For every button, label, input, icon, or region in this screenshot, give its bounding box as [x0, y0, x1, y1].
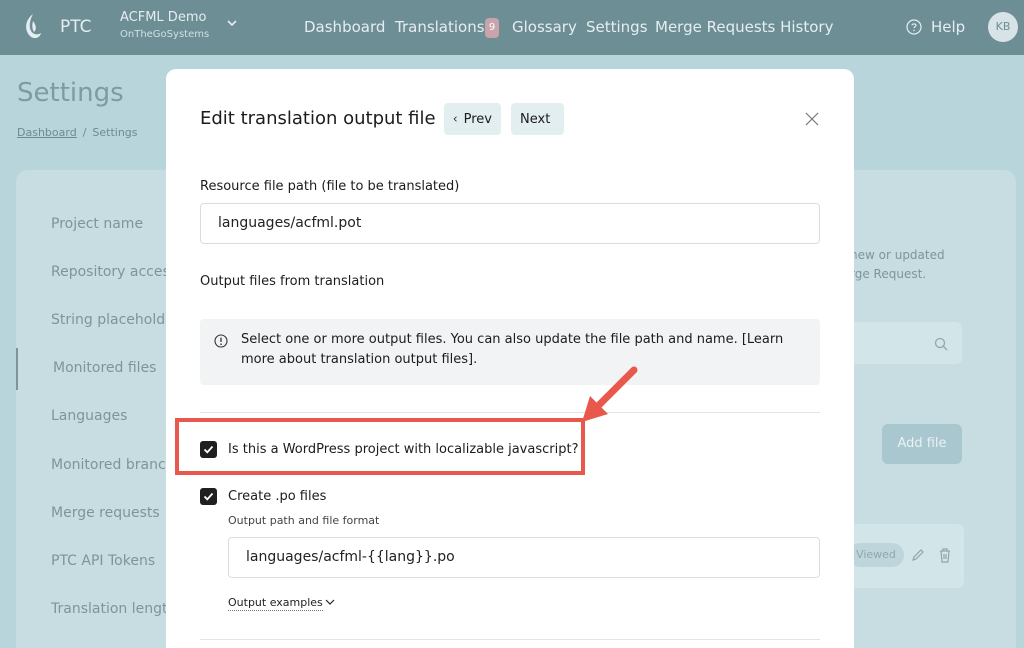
project-name[interactable]: ACFML Demo — [120, 10, 206, 25]
create-po-checkbox[interactable] — [200, 488, 217, 505]
search-icon[interactable] — [934, 337, 948, 351]
nav-settings[interactable]: Settings — [586, 18, 648, 36]
chevron-down-icon[interactable] — [226, 17, 238, 29]
chevron-left-icon — [453, 116, 457, 122]
breadcrumb-separator: / — [82, 126, 87, 139]
resource-path-input[interactable]: languages/acfml.pot — [200, 203, 820, 244]
prev-button[interactable]: Prev — [444, 103, 501, 135]
output-files-section-label: Output files from translation — [200, 274, 385, 289]
translations-count-badge: 9 — [485, 18, 499, 38]
sidebar-item-monitored-branches[interactable]: Monitored branc — [51, 457, 166, 473]
sidebar-item-languages[interactable]: Languages — [51, 408, 127, 424]
monitored-files-description: new or updated rge Request. — [850, 248, 945, 281]
info-notice: Select one or more output files. You can… — [200, 319, 820, 385]
trash-icon[interactable] — [938, 547, 952, 563]
nav-glossary[interactable]: Glossary — [512, 18, 577, 36]
sidebar-active-marker — [16, 348, 18, 390]
breadcrumb: Dashboard / Settings — [17, 126, 138, 139]
viewed-status-chip: Viewed — [848, 543, 904, 567]
sidebar-item-project-name[interactable]: Project name — [51, 216, 143, 232]
nav-translations[interactable]: Translations — [395, 18, 485, 36]
info-icon — [214, 334, 228, 348]
edit-icon[interactable] — [911, 548, 925, 562]
help-link[interactable]: Help — [931, 18, 965, 36]
edit-output-file-modal: Edit translation output file Prev Next R… — [166, 69, 854, 648]
project-org: OnTheGoSystems — [120, 29, 210, 40]
brand-name[interactable]: PTC — [60, 17, 92, 37]
chevron-down-icon[interactable] — [325, 599, 335, 606]
ptc-logo-icon — [26, 14, 41, 39]
nav-merge-requests-history[interactable]: Merge Requests History — [655, 18, 833, 36]
close-icon[interactable] — [805, 112, 819, 126]
sidebar-item-string-placeholders[interactable]: String placeholde — [51, 312, 174, 328]
check-icon — [203, 492, 214, 501]
page-title: Settings — [17, 78, 124, 108]
sidebar-item-ptc-api-tokens[interactable]: PTC API Tokens — [51, 553, 155, 569]
next-button[interactable]: Next — [511, 103, 564, 135]
prev-button-label: Prev — [463, 111, 492, 127]
sidebar-item-merge-requests[interactable]: Merge requests — [51, 505, 160, 521]
avatar[interactable]: KB — [988, 12, 1018, 42]
next-button-label: Next — [520, 111, 551, 127]
sidebar-item-repository-access[interactable]: Repository acces — [51, 264, 170, 280]
top-navigation: PTC ACFML Demo OnTheGoSystems Dashboard … — [0, 0, 1024, 55]
output-path-label: Output path and file format — [228, 514, 380, 527]
breadcrumb-settings: Settings — [92, 126, 138, 139]
help-icon[interactable] — [906, 19, 922, 35]
breadcrumb-dashboard[interactable]: Dashboard — [17, 126, 77, 139]
modal-title: Edit translation output file — [200, 108, 436, 129]
nav-dashboard[interactable]: Dashboard — [304, 18, 385, 36]
section-divider — [200, 639, 820, 640]
sidebar-item-translation-length[interactable]: Translation lengt — [51, 601, 167, 617]
resource-path-label: Resource file path (file to be translate… — [200, 179, 460, 194]
create-po-checkbox-label[interactable]: Create .po files — [228, 489, 326, 504]
annotation-arrow-icon — [582, 366, 638, 422]
output-examples-toggle[interactable]: Output examples — [228, 596, 323, 611]
info-text: Select one or more output files. You can… — [241, 332, 784, 367]
add-file-button[interactable]: Add file — [882, 424, 962, 464]
sidebar-item-monitored-files[interactable]: Monitored files — [53, 360, 156, 376]
section-divider — [200, 412, 820, 413]
output-path-input[interactable]: languages/acfml-{{lang}}.po — [228, 537, 820, 578]
highlight-annotation-box — [175, 418, 585, 475]
